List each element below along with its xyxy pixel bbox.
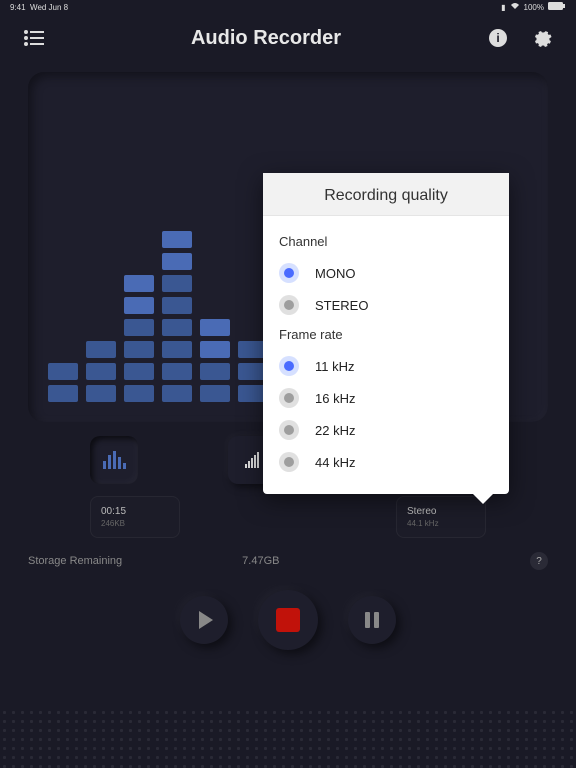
rate-option[interactable]: 22 kHz <box>279 414 493 446</box>
radio-label: MONO <box>315 266 355 281</box>
file-size: 246KB <box>101 519 169 528</box>
battery-icon <box>548 2 566 12</box>
status-bar: 9:41 Wed Jun 8 ▮ 100% <box>0 0 576 14</box>
record-stop-button[interactable] <box>258 590 318 650</box>
recording-quality-popup: Recording quality Channel MONO STEREO Fra… <box>263 173 509 494</box>
play-icon <box>199 611 213 629</box>
radio-label: 11 kHz <box>315 359 355 374</box>
time-info-card[interactable]: 00:15 246KB <box>90 496 180 538</box>
rate-option[interactable]: 16 kHz <box>279 382 493 414</box>
app-header: Audio Recorder i <box>0 14 576 62</box>
info-icon[interactable]: i <box>486 26 510 50</box>
stop-icon <box>276 608 300 632</box>
pause-button[interactable] <box>348 596 396 644</box>
elapsed-time: 00:15 <box>101 506 169 517</box>
radio-label: 22 kHz <box>315 423 355 438</box>
eq-view-button[interactable] <box>90 436 138 484</box>
storage-row: Storage Remaining 7.47GB ? <box>0 538 576 570</box>
storage-value: 7.47GB <box>242 555 279 567</box>
radio-icon <box>279 356 299 376</box>
channel-option[interactable]: STEREO <box>279 289 493 321</box>
pause-icon <box>365 612 379 628</box>
rate-option[interactable]: 11 kHz <box>279 350 493 382</box>
rate-option[interactable]: 44 kHz <box>279 446 493 478</box>
menu-list-icon[interactable] <box>22 26 46 50</box>
eq-column <box>200 319 230 402</box>
svg-text:i: i <box>496 31 499 45</box>
signal-icon: ▮ <box>501 3 505 12</box>
channel-mode: Stereo <box>407 506 475 517</box>
radio-label: 44 kHz <box>315 455 355 470</box>
page-title: Audio Recorder <box>46 27 486 50</box>
sample-rate: 44.1 kHz <box>407 519 475 528</box>
play-button[interactable] <box>180 596 228 644</box>
help-button[interactable]: ? <box>530 552 548 570</box>
status-right: ▮ 100% <box>501 2 566 12</box>
radio-icon <box>279 388 299 408</box>
eq-column <box>124 275 154 402</box>
eq-column <box>48 363 78 402</box>
channel-option[interactable]: MONO <box>279 257 493 289</box>
radio-icon <box>279 263 299 283</box>
channel-section-label: Channel <box>279 234 493 249</box>
transport-controls <box>0 570 576 650</box>
speaker-grille <box>0 708 576 768</box>
popup-title: Recording quality <box>263 173 509 216</box>
radio-label: STEREO <box>315 298 368 313</box>
storage-label: Storage Remaining <box>28 555 122 567</box>
eq-column <box>162 231 192 402</box>
status-time: 9:41 Wed Jun 8 <box>10 3 68 12</box>
rate-section-label: Frame rate <box>279 327 493 342</box>
wifi-icon <box>510 2 520 12</box>
radio-label: 16 kHz <box>315 391 355 406</box>
radio-icon <box>279 452 299 472</box>
signal-icon <box>245 452 259 468</box>
radio-icon <box>279 295 299 315</box>
eq-column <box>86 341 116 402</box>
gear-icon[interactable] <box>530 26 554 50</box>
radio-icon <box>279 420 299 440</box>
battery-percent: 100% <box>524 3 544 12</box>
eq-icon <box>103 451 126 469</box>
